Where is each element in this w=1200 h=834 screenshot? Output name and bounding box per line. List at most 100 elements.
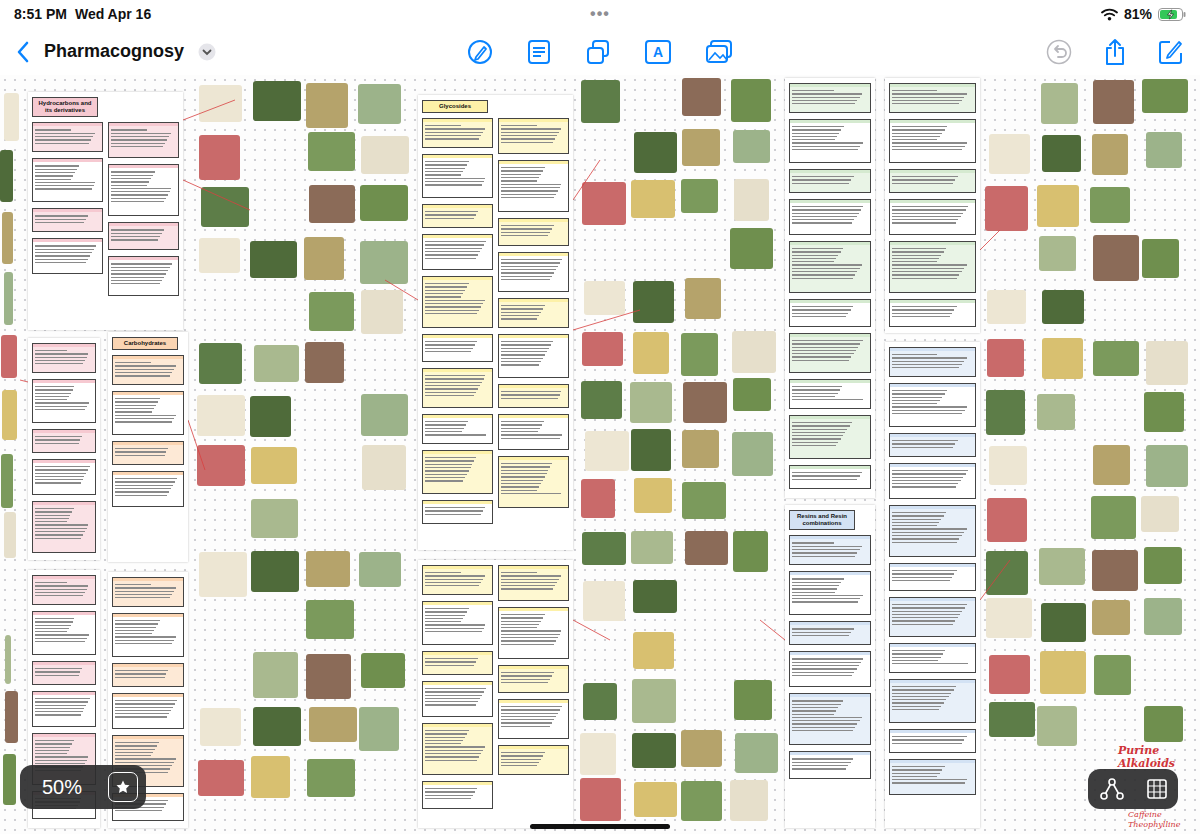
- plant-photo[interactable]: [253, 81, 301, 121]
- plant-photo[interactable]: [633, 632, 674, 669]
- plant-photo[interactable]: [989, 702, 1035, 737]
- plant-photo[interactable]: [362, 445, 406, 490]
- media-icon[interactable]: [705, 39, 733, 65]
- plant-photo[interactable]: [633, 580, 677, 613]
- plant-photo[interactable]: [987, 290, 1026, 324]
- plant-photo[interactable]: [682, 482, 726, 519]
- plant-photo[interactable]: [3, 754, 16, 805]
- plant-photo[interactable]: [733, 378, 771, 411]
- plant-photo[interactable]: [305, 342, 344, 383]
- plant-photo[interactable]: [632, 733, 676, 768]
- plant-photo[interactable]: [989, 446, 1027, 485]
- multitask-dots[interactable]: •••: [590, 5, 610, 23]
- plant-photo[interactable]: [199, 238, 240, 273]
- plant-photo[interactable]: [1037, 394, 1075, 430]
- plant-photo[interactable]: [250, 396, 291, 437]
- plant-photo[interactable]: [306, 600, 354, 639]
- plant-photo[interactable]: [1093, 235, 1139, 281]
- plant-photo[interactable]: [360, 185, 408, 221]
- plant-photo[interactable]: [1141, 496, 1179, 532]
- plant-photo[interactable]: [0, 150, 13, 202]
- note-page[interactable]: Resins and Resin combinations: [785, 505, 875, 828]
- plant-photo[interactable]: [632, 679, 676, 723]
- plant-photo[interactable]: [731, 79, 771, 122]
- plant-photo[interactable]: [1144, 598, 1182, 635]
- plant-photo[interactable]: [358, 84, 401, 124]
- plant-photo[interactable]: [734, 680, 772, 720]
- board-canvas[interactable]: Hydrocarbons and its derivatives Carbohy…: [0, 75, 1200, 834]
- plant-photo[interactable]: [1040, 651, 1086, 694]
- plant-photo[interactable]: [682, 430, 719, 468]
- plant-photo[interactable]: [683, 382, 727, 423]
- plant-photo[interactable]: [306, 551, 350, 587]
- plant-photo[interactable]: [199, 343, 242, 384]
- plant-photo[interactable]: [583, 581, 625, 621]
- note-page[interactable]: Hydrocarbons and its derivatives: [28, 92, 183, 330]
- plant-photo[interactable]: [309, 292, 354, 331]
- plant-photo[interactable]: [1037, 185, 1079, 227]
- plant-photo[interactable]: [631, 180, 675, 218]
- plant-photo[interactable]: [681, 333, 718, 376]
- plant-photo[interactable]: [1042, 290, 1084, 324]
- plant-photo[interactable]: [2, 390, 17, 440]
- plant-photo[interactable]: [359, 552, 401, 587]
- plant-photo[interactable]: [681, 730, 722, 767]
- plant-photo[interactable]: [631, 531, 673, 564]
- plant-photo[interactable]: [1144, 547, 1182, 584]
- plant-photo[interactable]: [1142, 79, 1188, 113]
- plant-photo[interactable]: [251, 499, 298, 538]
- plant-photo[interactable]: [1144, 392, 1184, 432]
- plant-photo[interactable]: [1039, 236, 1076, 271]
- plant-photo[interactable]: [1041, 83, 1078, 124]
- favorite-button[interactable]: [108, 772, 138, 802]
- plant-photo[interactable]: [307, 759, 355, 797]
- plant-photo[interactable]: [581, 80, 620, 123]
- plant-photo[interactable]: [201, 187, 249, 227]
- plant-photo[interactable]: [309, 707, 357, 742]
- note-page[interactable]: Glycosides: [418, 95, 573, 550]
- plant-photo[interactable]: [633, 332, 669, 374]
- note-page[interactable]: [418, 560, 573, 828]
- plant-photo[interactable]: [584, 281, 625, 315]
- pen-icon[interactable]: [467, 39, 493, 65]
- plant-photo[interactable]: [250, 241, 297, 278]
- plant-photo[interactable]: [1042, 135, 1081, 172]
- plant-photo[interactable]: [987, 339, 1024, 377]
- plant-photo[interactable]: [582, 532, 626, 565]
- plant-photo[interactable]: [987, 498, 1027, 542]
- note-icon[interactable]: [527, 39, 551, 65]
- note-page[interactable]: [885, 342, 980, 828]
- plant-photo[interactable]: [989, 655, 1030, 694]
- share-icon[interactable]: [1104, 38, 1126, 66]
- plant-photo[interactable]: [633, 281, 674, 323]
- plant-photo[interactable]: [1090, 187, 1130, 223]
- plant-photo[interactable]: [360, 241, 408, 284]
- plant-photo[interactable]: [986, 390, 1025, 435]
- plant-photo[interactable]: [581, 479, 615, 518]
- plant-photo[interactable]: [585, 431, 629, 471]
- plant-photo[interactable]: [359, 707, 399, 751]
- plant-photo[interactable]: [1092, 134, 1128, 175]
- text-box-icon[interactable]: A: [645, 40, 671, 64]
- shapes-icon[interactable]: [585, 39, 611, 65]
- plant-photo[interactable]: [253, 652, 298, 698]
- plant-photo[interactable]: [634, 132, 677, 173]
- plant-photo[interactable]: [2, 212, 13, 264]
- plant-photo[interactable]: [734, 179, 769, 221]
- plant-photo[interactable]: [986, 598, 1032, 638]
- plant-photo[interactable]: [634, 478, 672, 513]
- plant-photo[interactable]: [634, 782, 677, 817]
- home-indicator[interactable]: [530, 824, 670, 829]
- plant-photo[interactable]: [685, 531, 728, 565]
- plant-photo[interactable]: [1144, 706, 1183, 742]
- note-page[interactable]: Carbohydrates: [108, 332, 188, 562]
- plant-photo[interactable]: [1146, 132, 1182, 168]
- plant-photo[interactable]: [681, 781, 722, 821]
- plant-photo[interactable]: [1, 335, 17, 378]
- plant-photo[interactable]: [986, 551, 1028, 595]
- plant-photo[interactable]: [1142, 239, 1179, 278]
- plant-photo[interactable]: [682, 78, 721, 116]
- plant-photo[interactable]: [4, 93, 19, 141]
- plant-photo[interactable]: [1037, 706, 1077, 746]
- plant-photo[interactable]: [580, 778, 621, 821]
